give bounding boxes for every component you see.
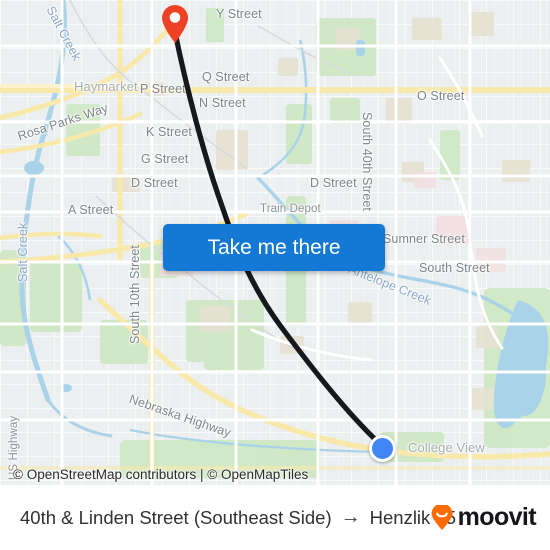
map-label: Haymarket (74, 79, 138, 94)
map-label: College View (408, 440, 485, 455)
map-label: N Street (199, 96, 246, 110)
moovit-pin-icon (431, 504, 453, 530)
map-label: A Street (68, 203, 114, 217)
route-summary: 40th & Linden Street (Southeast Side) → … (20, 485, 456, 550)
take-me-there-button[interactable]: Take me there (163, 224, 385, 271)
map-label: D Street (131, 176, 178, 190)
map-screenshot: Y Street O Street Q Street P Street N Street… (0, 0, 550, 550)
map-label: K Street (146, 125, 192, 139)
map-canvas[interactable]: Y Street O Street Q Street P Street N Street… (0, 0, 550, 485)
map-label: South 40th Street (360, 112, 374, 211)
map-label: Q Street (202, 70, 250, 84)
map-label: Train Depot (260, 203, 321, 215)
take-me-there-label: Take me there (207, 235, 341, 259)
route-origin-label: 40th & Linden Street (Southeast Side) (20, 506, 332, 528)
map-label: Y Street (216, 7, 262, 21)
moovit-wordmark: moovit (457, 503, 537, 531)
moovit-logo[interactable]: moovit (429, 485, 537, 550)
map-label: Sumner Street (383, 232, 465, 246)
map-label: South Street (419, 261, 490, 275)
destination-dot[interactable] (369, 435, 396, 462)
map-label: South 10th Street (128, 245, 142, 344)
map-label: O Street (417, 89, 465, 103)
map-label: G Street (141, 152, 189, 166)
arrow-right-icon: → (340, 506, 361, 528)
map-label: D Street (310, 176, 357, 190)
map-attribution[interactable]: © OpenStreetMap contributors | © OpenMap… (13, 467, 308, 482)
map-label: P Street (140, 82, 186, 96)
map-label: Salt Creek (16, 222, 30, 282)
footer-bar: 40th & Linden Street (Southeast Side) → … (0, 485, 550, 550)
origin-pin[interactable] (160, 4, 190, 44)
